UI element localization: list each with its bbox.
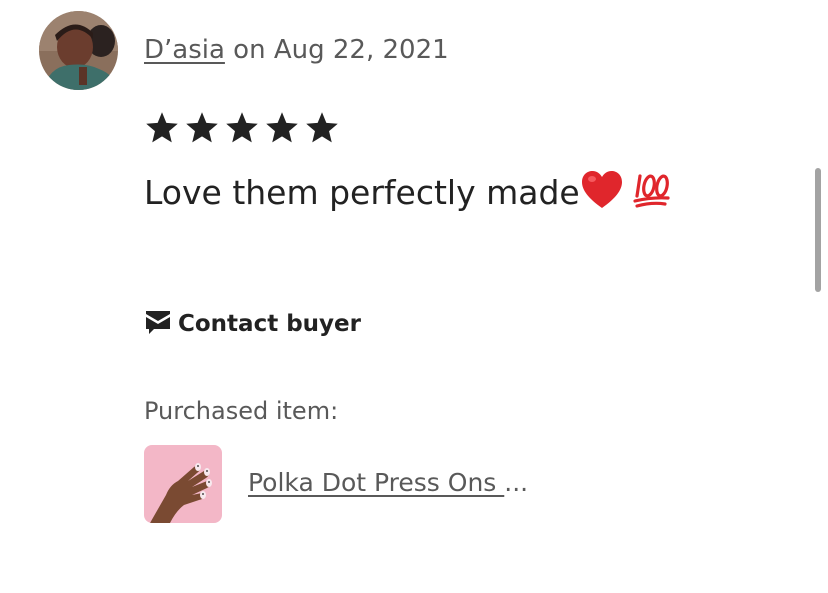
review-date: on Aug 22, 2021 [224, 35, 449, 65]
purchased-item-label: Purchased item: [144, 397, 339, 425]
star-icon [306, 112, 338, 143]
hundred-points-emoji [632, 170, 672, 221]
item-thumbnail[interactable] [144, 445, 222, 523]
review-text: Love them perfectly made [144, 170, 672, 221]
item-title-ellipsis: ... [504, 468, 529, 497]
star-icon [266, 112, 298, 143]
item-title-text: Polka Dot Press Ons [248, 468, 505, 497]
contact-buyer-button[interactable]: Contact buyer [144, 306, 361, 342]
review-header: D’asia on Aug 22, 2021 [144, 32, 449, 68]
star-icon [226, 112, 258, 143]
reviewer-avatar[interactable] [39, 11, 118, 90]
reviewer-name-link[interactable]: D’asia [144, 35, 225, 65]
contact-buyer-label: Contact buyer [178, 311, 361, 337]
star-icon [146, 112, 178, 143]
item-title-link[interactable]: Polka Dot Press Ons ... [248, 466, 528, 500]
envelope-icon [144, 308, 172, 340]
red-heart-emoji [580, 170, 624, 221]
review-text-body: Love them perfectly made [144, 173, 580, 212]
scrollbar-thumb[interactable] [815, 168, 821, 292]
star-rating [144, 110, 340, 150]
star-icon [186, 112, 218, 143]
